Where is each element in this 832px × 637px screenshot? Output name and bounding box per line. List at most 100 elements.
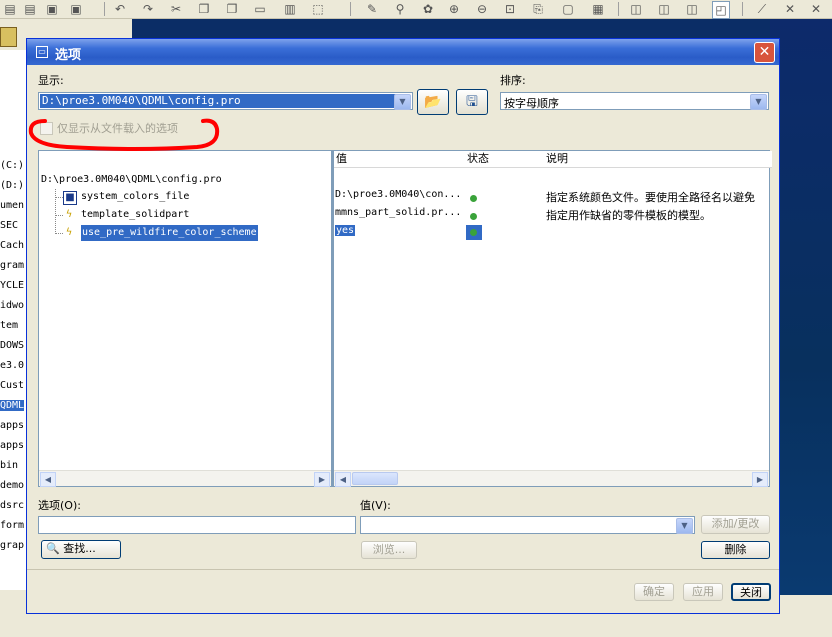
- options-tree[interactable]: D:\proe3.0M040\QDML\config.pro ■ system_…: [38, 150, 332, 487]
- folder-open-icon: 📂: [424, 94, 442, 110]
- close-button[interactable]: 关闭: [731, 583, 771, 601]
- tool-icon[interactable]: ▦: [590, 1, 606, 17]
- scroll-right-icon[interactable]: ▶: [752, 472, 768, 487]
- apply-button[interactable]: 应用: [683, 583, 723, 601]
- scroll-right-icon[interactable]: ▶: [314, 472, 330, 487]
- lightning-icon: ϟ: [65, 209, 73, 220]
- datum-icon[interactable]: ✕: [808, 1, 824, 17]
- navigator-item[interactable]: umen: [0, 200, 24, 211]
- navigator-item[interactable]: apps: [0, 420, 24, 431]
- undo-icon[interactable]: ↶: [112, 1, 128, 17]
- scroll-thumb[interactable]: [352, 472, 398, 485]
- options-dialog: ▭ 选项 ✕ 显示: D:\proe3.0M040\QDML\config.pr…: [26, 38, 780, 614]
- navigator-item[interactable]: Cust: [0, 380, 24, 391]
- view-icon[interactable]: ◰: [712, 1, 730, 19]
- tool-icon[interactable]: ▣: [44, 1, 60, 17]
- chevron-down-icon[interactable]: ▼: [394, 94, 411, 110]
- tool-icon[interactable]: ▤: [2, 1, 18, 17]
- separator: [27, 569, 779, 570]
- table-cell-description: 指定用作缺省的零件模板的模型。: [546, 209, 711, 222]
- navigator-item[interactable]: demo: [0, 480, 24, 491]
- col-header-value[interactable]: 值: [334, 151, 467, 168]
- navigator-item[interactable]: grap: [0, 540, 24, 551]
- options-table[interactable]: 值 状态 说明 D:\proe3.0M040\con... 指定系统颜色文件。要…: [333, 150, 772, 487]
- tool-icon[interactable]: ▣: [68, 1, 84, 17]
- select-icon[interactable]: ⬚: [310, 1, 326, 17]
- annotation-circle: [28, 118, 220, 151]
- tool-icon[interactable]: ⎘: [530, 1, 546, 17]
- navigator-item[interactable]: YCLE: [0, 280, 24, 291]
- navigator-item[interactable]: e3.0: [0, 360, 24, 371]
- close-window-button[interactable]: ✕: [754, 42, 775, 63]
- navigator-item[interactable]: QDML: [0, 400, 25, 411]
- window-icon: ▭: [36, 46, 48, 58]
- tool-icon[interactable]: ▢: [560, 1, 576, 17]
- tool-icon[interactable]: ▥: [282, 1, 298, 17]
- browse-button[interactable]: 浏览...: [361, 541, 417, 559]
- save-icon: 🖫: [466, 94, 478, 110]
- view-icon[interactable]: ◫: [684, 1, 700, 17]
- option-label: 选项(O):: [38, 499, 81, 512]
- navigator-item[interactable]: (C:): [0, 160, 24, 171]
- zoom-fit-icon[interactable]: ⊡: [502, 1, 518, 17]
- copy-icon[interactable]: ❐: [196, 1, 212, 17]
- find-button[interactable]: 🔍 查找...: [41, 540, 121, 559]
- add-change-button[interactable]: 添加/更改: [701, 515, 770, 534]
- navigator-item[interactable]: (D:): [0, 180, 24, 191]
- delete-button[interactable]: 删除: [701, 541, 770, 559]
- table-cell-value-selected[interactable]: yes: [335, 225, 356, 236]
- config-box-icon: ■: [63, 191, 77, 205]
- zoom-in-icon[interactable]: ⊕: [446, 1, 462, 17]
- col-header-description[interactable]: 说明: [544, 151, 772, 168]
- navigator-item[interactable]: Cach: [0, 240, 24, 251]
- datum-icon[interactable]: ⟋: [754, 1, 770, 17]
- navigator-item[interactable]: gram: [0, 260, 24, 271]
- redo-icon[interactable]: ↷: [140, 1, 156, 17]
- chevron-down-icon[interactable]: ▼: [750, 94, 767, 110]
- tool-icon[interactable]: ✎: [364, 1, 380, 17]
- col-header-status[interactable]: 状态: [465, 151, 546, 168]
- sort-label: 排序:: [500, 74, 526, 87]
- navigator-item[interactable]: apps: [0, 440, 24, 451]
- open-file-button[interactable]: 📂: [417, 89, 449, 115]
- paste-icon[interactable]: ❐: [224, 1, 240, 17]
- navigator-item[interactable]: idwo: [0, 300, 24, 311]
- datum-icon[interactable]: ✕: [782, 1, 798, 17]
- tree-hscrollbar[interactable]: ◀ ▶: [39, 470, 331, 487]
- folder-icon: [0, 27, 17, 47]
- navigator-item[interactable]: dsrc: [0, 500, 24, 511]
- status-ok-icon: [470, 213, 477, 220]
- save-file-button[interactable]: 🖫: [456, 89, 488, 115]
- navigator-list: (C:) (D:) umen SEC Cach gram YCLE idwo tem DOWS e3…: [0, 160, 28, 590]
- tool-icon[interactable]: ▤: [22, 1, 38, 17]
- zoom-out-icon[interactable]: ⊖: [474, 1, 490, 17]
- table-hscrollbar[interactable]: ◀ ▶: [334, 470, 769, 487]
- tool-icon[interactable]: ▭: [252, 1, 268, 17]
- sort-combo[interactable]: 按字母顺序 ▼: [500, 92, 769, 110]
- display-combo[interactable]: D:\proe3.0M040\QDML\config.pro ▼: [38, 92, 413, 110]
- navigator-item[interactable]: DOWS: [0, 340, 24, 351]
- tree-root[interactable]: D:\proe3.0M040\QDML\config.pro: [41, 172, 222, 188]
- ok-button[interactable]: 确定: [634, 583, 674, 601]
- tool-icon[interactable]: ✿: [420, 1, 436, 17]
- tool-icon[interactable]: ⚲: [392, 1, 408, 17]
- navigator-item[interactable]: SEC: [0, 220, 18, 231]
- table-cell-value[interactable]: mmns_part_solid.pr...: [335, 207, 463, 218]
- table-cell-description: 指定系统颜色文件。要使用全路径名以避免: [546, 191, 755, 204]
- scroll-left-icon[interactable]: ◀: [335, 472, 351, 487]
- dialog-title: 选项: [55, 48, 82, 63]
- cut-icon[interactable]: ✂: [168, 1, 184, 17]
- scroll-left-icon[interactable]: ◀: [40, 472, 56, 487]
- chevron-down-icon[interactable]: ▼: [676, 518, 693, 534]
- value-combo[interactable]: ▼: [360, 516, 695, 534]
- option-input[interactable]: [38, 516, 356, 534]
- navigator-item[interactable]: tem: [0, 320, 18, 331]
- value-label: 值(V):: [360, 499, 391, 512]
- navigator-item[interactable]: form: [0, 520, 24, 531]
- view-icon[interactable]: ◫: [656, 1, 672, 17]
- title-bar[interactable]: ▭ 选项 ✕: [27, 39, 779, 65]
- navigator-item[interactable]: bin: [0, 460, 18, 471]
- app-toolbar: ▤ ▤ ▣ ▣ ↶ ↷ ✂ ❐ ❐ ▭ ▥ ⬚ ✎ ⚲ ✿ ⊕ ⊖ ⊡ ⎘ ▢ …: [0, 0, 832, 19]
- view-icon[interactable]: ◫: [628, 1, 644, 17]
- table-cell-value[interactable]: D:\proe3.0M040\con...: [335, 189, 463, 200]
